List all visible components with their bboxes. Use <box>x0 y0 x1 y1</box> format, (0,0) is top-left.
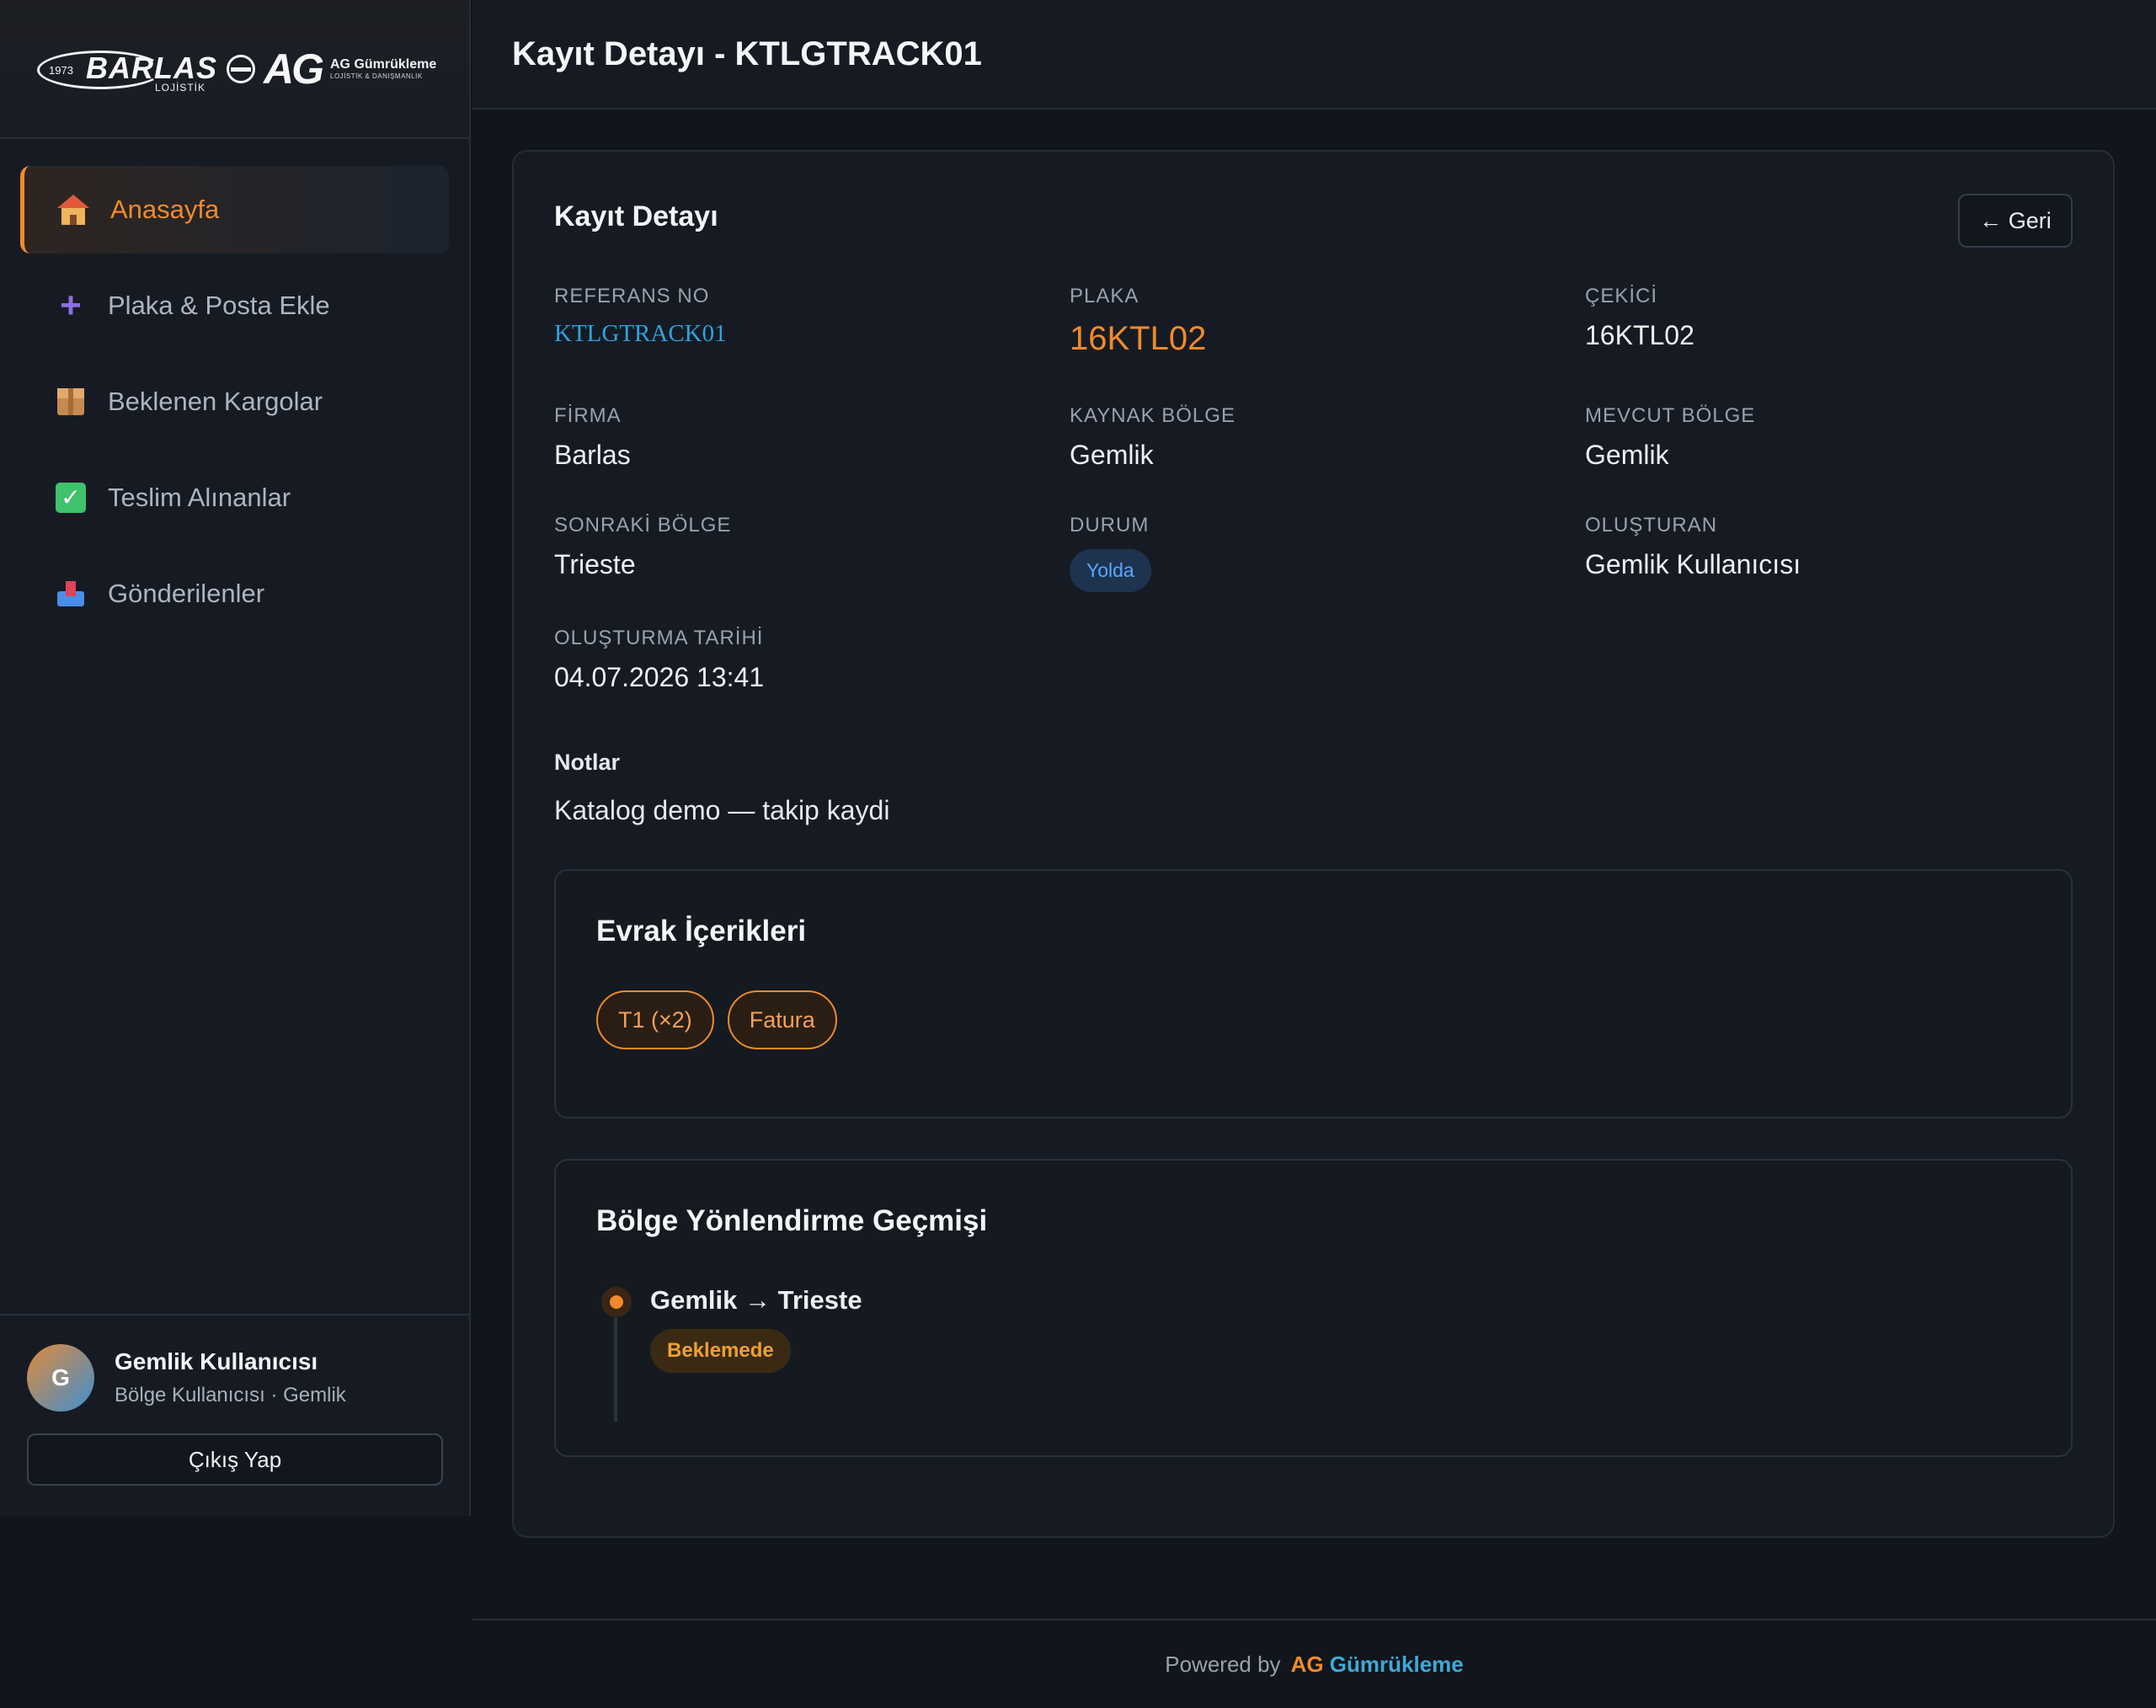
sidebar-item-anasayfa[interactable]: Anasayfa <box>20 166 449 254</box>
ag-logo-title: AG Gümrükleme <box>330 57 437 72</box>
field-label: SONRAKİ BÖLGE <box>554 514 732 536</box>
document-chip: T1 (×2) <box>596 990 714 1049</box>
package-icon <box>54 385 88 419</box>
logo-sub: LOJİSTİK <box>155 81 206 93</box>
footer-brand-b: Gümrükleme <box>1329 1651 1464 1677</box>
logo-ball-icon <box>227 54 255 83</box>
field-label: PLAKA <box>1070 285 1139 307</box>
field-status: DURUM Yolda <box>1070 514 1151 592</box>
logo-wordmark: BARLAS <box>86 50 217 85</box>
sidebar-item-label: Teslim Alınanlar <box>108 483 291 512</box>
field-current: MEVCUT BÖLGE Gemlik <box>1585 404 1755 471</box>
timeline-line <box>614 1304 617 1422</box>
notes-value: Katalog demo — takip kaydi <box>554 795 890 825</box>
barlas-logo[interactable]: 1973 BARLAS LOJİSTİK <box>37 44 218 94</box>
sidebar-item-teslim-alinanlar[interactable]: ✓ Teslim Alınanlar <box>20 454 449 542</box>
ref-link[interactable]: KTLGTRACK01 <box>554 320 727 348</box>
sidebar-item-label: Anasayfa <box>110 195 220 224</box>
history-status-badge: Beklemede <box>650 1329 791 1373</box>
top-bar: Kayıt Detayı - KTLGTRACK01 <box>472 0 2156 109</box>
field-label: OLUŞTURMA TARİHİ <box>554 627 764 649</box>
timeline-dot-icon <box>601 1287 632 1317</box>
house-icon <box>56 193 90 227</box>
current-value: Gemlik <box>1585 440 1669 470</box>
notes-label: Notlar <box>554 750 621 775</box>
field-tractor: ÇEKİCİ 16KTL02 <box>1585 285 1694 351</box>
field-label: KAYNAK BÖLGE <box>1070 404 1235 427</box>
sidebar-item-label: Gönderilenler <box>108 579 265 608</box>
sidebar: 1973 BARLAS LOJİSTİK AG AG Gümrükleme LO… <box>0 0 471 1516</box>
field-label: MEVCUT BÖLGE <box>1585 404 1756 427</box>
ag-logo-text: AG Gümrükleme LOJİSTİK & DANIŞMANLIK <box>330 57 436 80</box>
logout-button[interactable]: Çıkış Yap <box>27 1433 443 1486</box>
avatar[interactable]: G <box>27 1344 94 1412</box>
field-next: SONRAKİ BÖLGE Trieste <box>554 514 731 580</box>
detail-title: Kayıt Detayı <box>554 200 718 232</box>
document-chips: T1 (×2) Fatura <box>596 990 837 1049</box>
detail-card: Kayıt Detayı ← Geri REFERANS NO KTLGTRAC… <box>512 150 2115 1538</box>
user-role: Bölge Kullanıcısı · Gemlik <box>115 1384 346 1406</box>
firm-value: Barlas <box>554 440 631 470</box>
ag-logo: AG <box>264 45 324 93</box>
footer: Powered by AG Gümrükleme <box>472 1619 2156 1708</box>
footer-prefix: Powered by <box>1165 1651 1281 1677</box>
field-created: OLUŞTURMA TARİHİ 04.07.2026 13:41 <box>554 627 764 693</box>
user-info: Gemlik Kullanıcısı Bölge Kullanıcısı · G… <box>115 1348 346 1407</box>
field-label: ÇEKİCİ <box>1585 285 1658 307</box>
next-value: Trieste <box>554 549 636 579</box>
sidebar-item-label: Beklenen Kargolar <box>108 387 323 416</box>
field-firm: FİRMA Barlas <box>554 404 631 471</box>
check-icon: ✓ <box>54 481 88 515</box>
field-creator: OLUŞTURAN Gemlik Kullanıcısı <box>1585 514 1801 580</box>
documents-title: Evrak İçerikleri <box>596 915 807 947</box>
field-source: KAYNAK BÖLGE Gemlik <box>1070 404 1235 471</box>
history-route: Gemlik → Trieste <box>650 1285 862 1315</box>
status-badge: Yolda <box>1070 549 1151 592</box>
logo-year: 1973 <box>49 63 73 77</box>
sidebar-item-beklenen-kargolar[interactable]: Beklenen Kargolar <box>20 358 449 446</box>
user-row: G Gemlik Kullanıcısı Bölge Kullanıcısı ·… <box>27 1344 442 1412</box>
page-title: Kayıt Detayı - KTLGTRACK01 <box>512 35 982 72</box>
sidebar-item-gonderilenler[interactable]: Gönderilenler <box>20 550 449 638</box>
document-chip: Fatura <box>727 990 837 1049</box>
field-label: FİRMA <box>554 404 622 427</box>
plus-icon: + <box>60 285 82 326</box>
sidebar-item-plaka-posta-ekle[interactable]: + Plaka & Posta Ekle <box>20 262 449 350</box>
field-plate: PLAKA 16KTL02 <box>1070 285 1206 358</box>
tractor-value: 16KTL02 <box>1585 320 1694 350</box>
user-block: G Gemlik Kullanıcısı Bölge Kullanıcısı ·… <box>0 1314 469 1516</box>
footer-brand[interactable]: AG Gümrükleme <box>1291 1652 1464 1678</box>
user-name: Gemlik Kullanıcısı <box>115 1348 318 1374</box>
created-value: 04.07.2026 13:41 <box>554 662 765 692</box>
plate-value: 16KTL02 <box>1070 320 1207 357</box>
source-value: Gemlik <box>1070 440 1154 470</box>
history-card: Bölge Yönlendirme Geçmişi Gemlik → Tries… <box>554 1159 2073 1457</box>
footer-brand-a: AG <box>1290 1651 1324 1677</box>
field-label: DURUM <box>1070 514 1150 536</box>
back-button[interactable]: ← Geri <box>1958 194 2073 248</box>
history-title: Bölge Yönlendirme Geçmişi <box>596 1204 988 1237</box>
sidebar-item-label: Plaka & Posta Ekle <box>108 291 330 320</box>
ag-logo-sub: LOJİSTİK & DANIŞMANLIK <box>330 72 423 80</box>
field-label: REFERANS NO <box>554 285 710 307</box>
sidebar-nav: Anasayfa + Plaka & Posta Ekle Beklenen K… <box>0 139 469 638</box>
documents-card: Evrak İçerikleri T1 (×2) Fatura <box>554 869 2073 1118</box>
logo-bar: 1973 BARLAS LOJİSTİK AG AG Gümrükleme LO… <box>0 0 469 139</box>
outbox-icon <box>54 577 88 611</box>
creator-value: Gemlik Kullanıcısı <box>1585 549 1801 579</box>
field-label: OLUŞTURAN <box>1585 514 1718 536</box>
field-ref: REFERANS NO KTLGTRACK01 <box>554 285 727 348</box>
